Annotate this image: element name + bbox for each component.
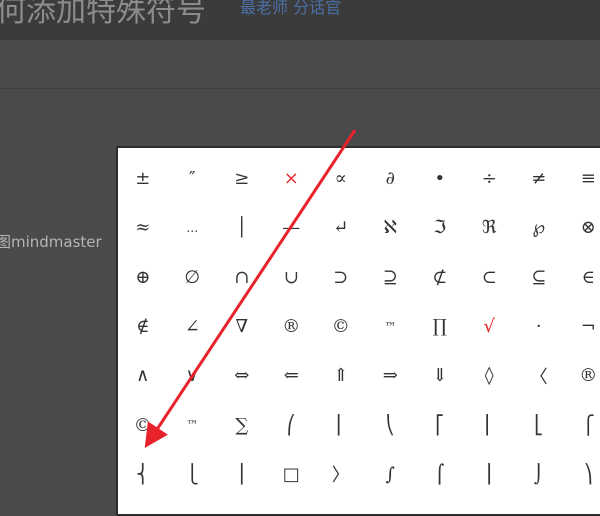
symbol-cell[interactable]: ∂	[366, 154, 416, 203]
symbol-cell[interactable]: ℘	[514, 203, 564, 252]
special-symbol-panel: ±″≥×∝∂•÷≠≡≈…│—↵ℵℑℜ℘⊗⊕∅∩∪⊃⊇⊄⊂⊆∈∉∠∇®©™∏√·¬…	[116, 146, 600, 516]
symbol-cell[interactable]: ¬	[564, 302, 600, 351]
symbol-cell[interactable]: 〉	[316, 450, 366, 499]
body-text: 图mindmaster	[0, 231, 102, 252]
symbol-cell[interactable]: ⎡	[415, 400, 465, 449]
symbol-cell[interactable]: ⊃	[316, 253, 366, 302]
symbol-cell[interactable]: ℵ	[366, 203, 416, 252]
symbol-cell[interactable]: ±	[118, 154, 168, 203]
symbol-cell[interactable]: ∑	[217, 400, 267, 449]
symbol-cell[interactable]: ⎜	[316, 400, 366, 449]
symbol-cell[interactable]: ⇒	[366, 351, 416, 400]
symbol-cell[interactable]: ◊	[465, 351, 515, 400]
symbol-cell[interactable]: ∈	[564, 253, 600, 302]
symbol-cell[interactable]: ℑ	[415, 203, 465, 252]
symbol-cell[interactable]: ∏	[415, 302, 465, 351]
symbol-cell[interactable]: ∨	[168, 351, 218, 400]
symbol-cell[interactable]: │	[217, 203, 267, 252]
symbol-cell[interactable]: …	[168, 203, 218, 252]
symbol-cell[interactable]: ∅	[168, 253, 218, 302]
symbol-cell[interactable]: ·	[514, 302, 564, 351]
symbol-cell[interactable]: ©	[118, 400, 168, 449]
symbol-cell[interactable]: ⎪	[217, 450, 267, 499]
symbol-cell[interactable]: ∧	[118, 351, 168, 400]
symbol-cell[interactable]: ∠	[168, 302, 218, 351]
symbol-cell[interactable]: ℜ	[465, 203, 515, 252]
symbol-cell[interactable]: ®	[564, 351, 600, 400]
symbol-cell[interactable]: ÷	[465, 154, 515, 203]
symbol-cell[interactable]: ⎮	[465, 450, 515, 499]
article-header: 何添加特殊符号 最老师 分话官	[0, 0, 600, 40]
symbol-cell[interactable]: •	[415, 154, 465, 203]
symbol-cell[interactable]: ⎝	[366, 400, 416, 449]
symbol-cell[interactable]: ↵	[316, 203, 366, 252]
symbol-cell[interactable]: ∇	[217, 302, 267, 351]
symbol-cell[interactable]: ©	[316, 302, 366, 351]
symbol-cell[interactable]: ≥	[217, 154, 267, 203]
article-title: 何添加特殊符号	[0, 0, 206, 30]
symbol-grid: ±″≥×∝∂•÷≠≡≈…│—↵ℵℑℜ℘⊗⊕∅∩∪⊃⊇⊄⊂⊆∈∉∠∇®©™∏√·¬…	[118, 148, 600, 499]
symbol-cell[interactable]: ×	[267, 154, 317, 203]
symbol-cell[interactable]: ⊇	[366, 253, 416, 302]
symbol-cell[interactable]: ⇔	[217, 351, 267, 400]
symbol-cell[interactable]: ⌠	[415, 450, 465, 499]
symbol-cell[interactable]: ∉	[118, 302, 168, 351]
symbol-cell[interactable]: ≈	[118, 203, 168, 252]
symbol-cell[interactable]: ⇐	[267, 351, 317, 400]
symbol-cell[interactable]: □	[267, 450, 317, 499]
divider	[0, 88, 600, 89]
symbol-cell[interactable]: ⇑	[316, 351, 366, 400]
symbol-cell[interactable]: √	[465, 302, 515, 351]
symbol-cell[interactable]: ⎧	[564, 400, 600, 449]
symbol-cell[interactable]: ⊕	[118, 253, 168, 302]
symbol-cell[interactable]: ⎩	[168, 450, 218, 499]
symbol-cell[interactable]: —	[267, 203, 317, 252]
symbol-cell[interactable]: ⎞	[564, 450, 600, 499]
symbol-cell[interactable]: ⇓	[415, 351, 465, 400]
author-link[interactable]: 最老师 分话官	[240, 0, 341, 18]
symbol-cell[interactable]: ⊄	[415, 253, 465, 302]
symbol-cell[interactable]: ∫	[366, 450, 416, 499]
symbol-cell[interactable]: ≠	[514, 154, 564, 203]
symbol-cell[interactable]: ⌡	[514, 450, 564, 499]
symbol-cell[interactable]: ⎨	[118, 450, 168, 499]
symbol-cell[interactable]: ≡	[564, 154, 600, 203]
symbol-cell[interactable]: ⎛	[267, 400, 317, 449]
symbol-cell[interactable]: ⊂	[465, 253, 515, 302]
symbol-cell[interactable]: ⎢	[465, 400, 515, 449]
symbol-cell[interactable]: ™	[366, 302, 416, 351]
symbol-cell[interactable]: ™	[168, 400, 218, 449]
symbol-cell[interactable]: ″	[168, 154, 218, 203]
symbol-cell[interactable]: ∝	[316, 154, 366, 203]
symbol-cell[interactable]: ⎣	[514, 400, 564, 449]
symbol-cell[interactable]: 〈	[514, 351, 564, 400]
symbol-cell[interactable]: ⊆	[514, 253, 564, 302]
symbol-cell[interactable]: ∩	[217, 253, 267, 302]
symbol-cell[interactable]: ∪	[267, 253, 317, 302]
symbol-cell[interactable]: ®	[267, 302, 317, 351]
symbol-cell[interactable]: ⊗	[564, 203, 600, 252]
